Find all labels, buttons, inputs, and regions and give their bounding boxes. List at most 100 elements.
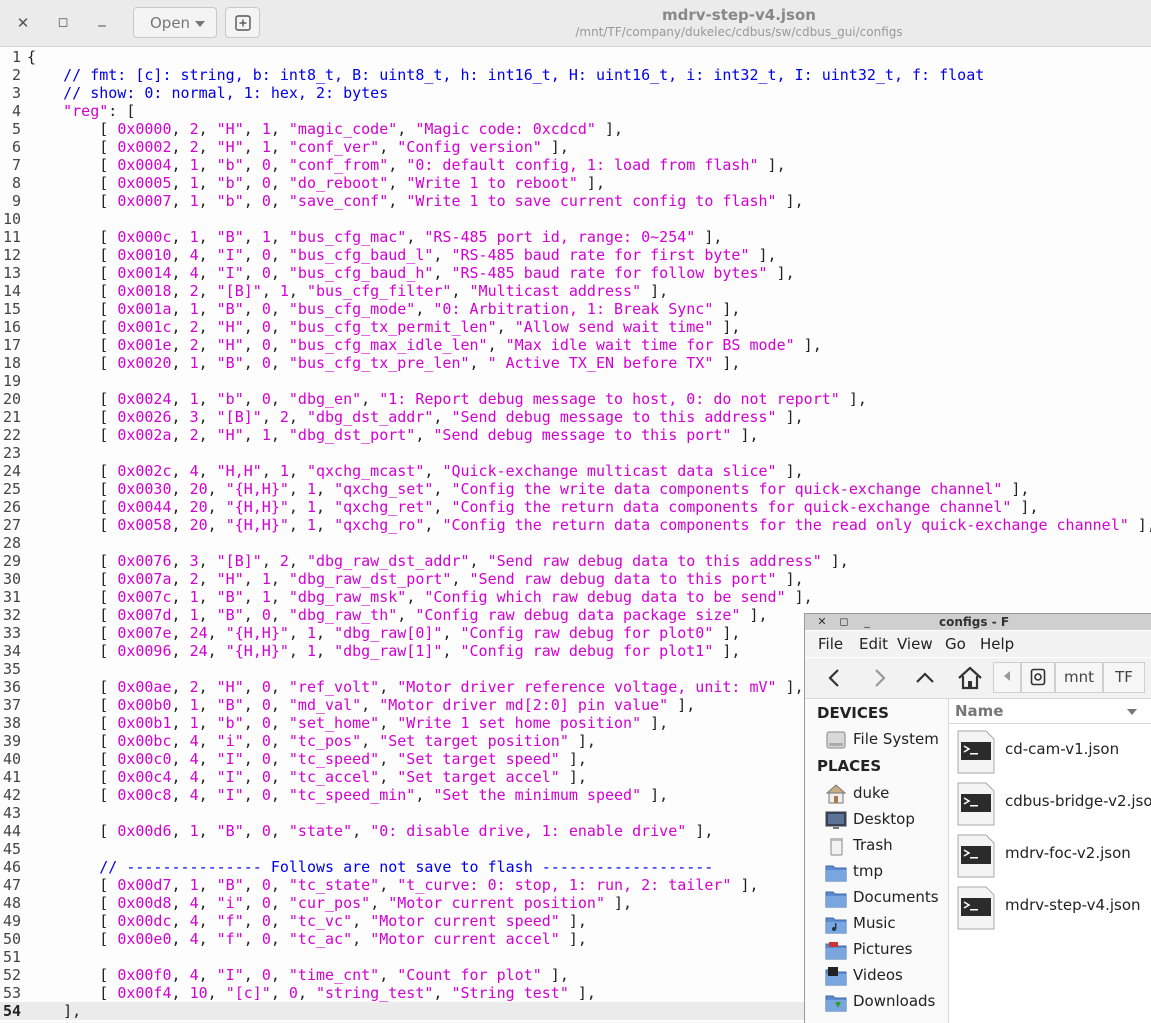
arrow-left-icon <box>828 669 839 687</box>
line-code: { <box>27 48 37 66</box>
up-button[interactable] <box>910 664 940 692</box>
code-line[interactable]: 12 [ 0x0010, 4, "I", 0, "bus_cfg_baud_l"… <box>0 246 1151 264</box>
path-segment-tf[interactable]: TF <box>1103 662 1145 693</box>
line-code: [ 0x00d8, 4, "i", 0, "cur_pos", "Motor c… <box>27 894 633 912</box>
code-line[interactable]: 27 [ 0x0058, 20, "{H,H}", 1, "qxchg_ro",… <box>0 516 1151 534</box>
code-line[interactable]: 8 [ 0x0005, 1, "b", 0, "do_reboot", "Wri… <box>0 174 1151 192</box>
code-line[interactable]: 26 [ 0x0044, 20, "{H,H}", 1, "qxchg_ret"… <box>0 498 1151 516</box>
line-number: 30 <box>2 570 21 588</box>
home-button[interactable] <box>955 664 985 692</box>
code-line[interactable]: 29 [ 0x0076, 3, "[B]", 2, "dbg_raw_dst_a… <box>0 552 1151 570</box>
code-line[interactable]: 10 <box>0 210 1151 228</box>
code-line[interactable]: 21 [ 0x0026, 3, "[B]", 2, "dbg_dst_addr"… <box>0 408 1151 426</box>
maximize-icon[interactable]: ◻ <box>837 615 851 629</box>
line-code: [ 0x002a, 2, "H", 1, "dbg_dst_port", "Se… <box>27 426 759 444</box>
path-scroll-left-button[interactable] <box>993 662 1021 693</box>
menu-file[interactable]: File <box>818 635 843 653</box>
line-number: 12 <box>2 246 21 264</box>
line-code: [ 0x00c0, 4, "I", 0, "tc_speed", "Set ta… <box>27 750 587 768</box>
file-manager-title: configs - F <box>939 615 1010 629</box>
line-number: 16 <box>2 318 21 336</box>
code-line[interactable]: 20 [ 0x0024, 1, "b", 0, "dbg_en", "1: Re… <box>0 390 1151 408</box>
line-code: [ 0x001a, 1, "B", 0, "bus_cfg_mode", "0:… <box>27 300 741 318</box>
file-row[interactable]: cd-cam-v1.json <box>949 725 1151 777</box>
line-code: [ 0x0096, 24, "{H,H}", 1, "dbg_raw[1]", … <box>27 642 741 660</box>
code-line[interactable]: 11 [ 0x000c, 1, "B", 1, "bus_cfg_mac", "… <box>0 228 1151 246</box>
code-line[interactable]: 5 [ 0x0000, 2, "H", 1, "magic_code", "Ma… <box>0 120 1151 138</box>
places-sidebar: DEVICES File System PLACES duke Desktop Tr… <box>805 699 949 1023</box>
line-number: 15 <box>2 300 21 318</box>
path-root-button[interactable] <box>1021 662 1055 693</box>
close-icon[interactable]: ✕ <box>815 615 829 629</box>
line-number: 45 <box>2 840 21 858</box>
line-number: 23 <box>2 444 21 462</box>
sidebar-item-label: Downloads <box>853 992 936 1010</box>
line-number: 44 <box>2 822 21 840</box>
code-line[interactable]: 4 "reg": [ <box>0 102 1151 120</box>
line-code: [ 0x00c8, 4, "I", 0, "tc_speed_min", "Se… <box>27 786 669 804</box>
line-code: [ 0x0002, 2, "H", 1, "conf_ver", "Config… <box>27 138 569 156</box>
code-line[interactable]: 3 // show: 0: normal, 1: hex, 2: bytes <box>0 84 1151 102</box>
file-manager-window: ✕ ◻ _ configs - F File Edit View Go Help <box>804 613 1151 1023</box>
line-number: 40 <box>2 750 21 768</box>
line-number: 9 <box>11 192 21 210</box>
sidebar-item-label: Music <box>853 914 896 932</box>
line-number: 35 <box>2 660 21 678</box>
code-line[interactable]: 31 [ 0x007c, 1, "B", 1, "dbg_raw_msk", "… <box>0 588 1151 606</box>
file-row[interactable]: mdrv-step-v4.json <box>949 881 1151 933</box>
line-code: [ 0x00f4, 10, "[c]", 0, "string_test", "… <box>27 984 596 1002</box>
line-number: 26 <box>2 498 21 516</box>
code-line[interactable]: 22 [ 0x002a, 2, "H", 1, "dbg_dst_port", … <box>0 426 1151 444</box>
menu-help[interactable]: Help <box>980 635 1014 653</box>
line-code: [ 0x007a, 2, "H", 1, "dbg_raw_dst_port",… <box>27 570 804 588</box>
path-segment-mnt[interactable]: mnt <box>1055 662 1103 693</box>
code-line[interactable]: 2 // fmt: [c]: string, b: int8_t, B: uin… <box>0 66 1151 84</box>
code-line[interactable]: 13 [ 0x0014, 4, "I", 0, "bus_cfg_baud_h"… <box>0 264 1151 282</box>
code-line[interactable]: 9 [ 0x0007, 1, "b", 0, "save_conf", "Wri… <box>0 192 1151 210</box>
code-line[interactable]: 16 [ 0x001c, 2, "H", 0, "bus_cfg_tx_perm… <box>0 318 1151 336</box>
code-line[interactable]: 7 [ 0x0004, 1, "b", 0, "conf_from", "0: … <box>0 156 1151 174</box>
line-number: 7 <box>11 156 21 174</box>
file-row[interactable]: cdbus-bridge-v2.json <box>949 777 1151 829</box>
code-line[interactable]: 30 [ 0x007a, 2, "H", 1, "dbg_raw_dst_por… <box>0 570 1151 588</box>
menu-view[interactable]: View <box>897 635 933 653</box>
menu-go[interactable]: Go <box>945 635 966 653</box>
code-line[interactable]: 1{ <box>0 48 1151 66</box>
line-code: [ 0x00c4, 4, "I", 0, "tc_accel", "Set ta… <box>27 768 587 786</box>
code-line[interactable]: 25 [ 0x0030, 20, "{H,H}", 1, "qxchg_set"… <box>0 480 1151 498</box>
name-column-header[interactable]: Name <box>949 699 1151 724</box>
code-line[interactable]: 19 <box>0 372 1151 390</box>
code-line[interactable]: 18 [ 0x0020, 1, "B", 0, "bus_cfg_tx_pre_… <box>0 354 1151 372</box>
line-code: [ 0x0007, 1, "b", 0, "save_conf", "Write… <box>27 192 804 210</box>
line-code: [ 0x007d, 1, "B", 0, "dbg_raw_th", "Conf… <box>27 606 768 624</box>
code-line[interactable]: 24 [ 0x002c, 4, "H,H", 1, "qxchg_mcast",… <box>0 462 1151 480</box>
code-line[interactable]: 28 <box>0 534 1151 552</box>
home-icon <box>825 784 847 804</box>
back-button[interactable] <box>819 664 849 692</box>
line-number: 11 <box>2 228 21 246</box>
sidebar-item-label: duke <box>853 784 890 802</box>
arrow-up-icon <box>916 672 934 683</box>
devices-header: DEVICES <box>817 704 889 722</box>
line-code: [ 0x0014, 4, "I", 0, "bus_cfg_baud_h", "… <box>27 264 795 282</box>
forward-button[interactable] <box>865 664 895 692</box>
script-file-icon <box>957 834 995 878</box>
code-line[interactable]: 23 <box>0 444 1151 462</box>
code-line[interactable]: 14 [ 0x0018, 2, "[B]", 1, "bus_cfg_filte… <box>0 282 1151 300</box>
downloads-folder-icon <box>825 995 847 1012</box>
code-line[interactable]: 17 [ 0x001e, 2, "H", 0, "bus_cfg_max_idl… <box>0 336 1151 354</box>
sidebar-item-label: Pictures <box>853 940 913 958</box>
sidebar-item-label: File System <box>853 730 939 748</box>
minimize-icon[interactable]: _ <box>860 615 874 629</box>
menu-edit[interactable]: Edit <box>859 635 888 653</box>
code-line[interactable]: 15 [ 0x001a, 1, "B", 0, "bus_cfg_mode", … <box>0 300 1151 318</box>
line-code: [ 0x00b0, 1, "B", 0, "md_val", "Motor dr… <box>27 696 696 714</box>
code-line[interactable]: 6 [ 0x0002, 2, "H", 1, "conf_ver", "Conf… <box>0 138 1151 156</box>
line-code: [ 0x00dc, 4, "f", 0, "tc_vc", "Motor cur… <box>27 912 587 930</box>
file-row[interactable]: mdrv-foc-v2.json <box>949 829 1151 881</box>
line-code: [ 0x0005, 1, "b", 0, "do_reboot", "Write… <box>27 174 605 192</box>
line-code: [ 0x001e, 2, "H", 0, "bus_cfg_max_idle_l… <box>27 336 822 354</box>
line-code: [ 0x0026, 3, "[B]", 2, "dbg_dst_addr", "… <box>27 408 804 426</box>
script-file-icon <box>957 886 995 930</box>
drive-icon <box>1030 668 1046 686</box>
